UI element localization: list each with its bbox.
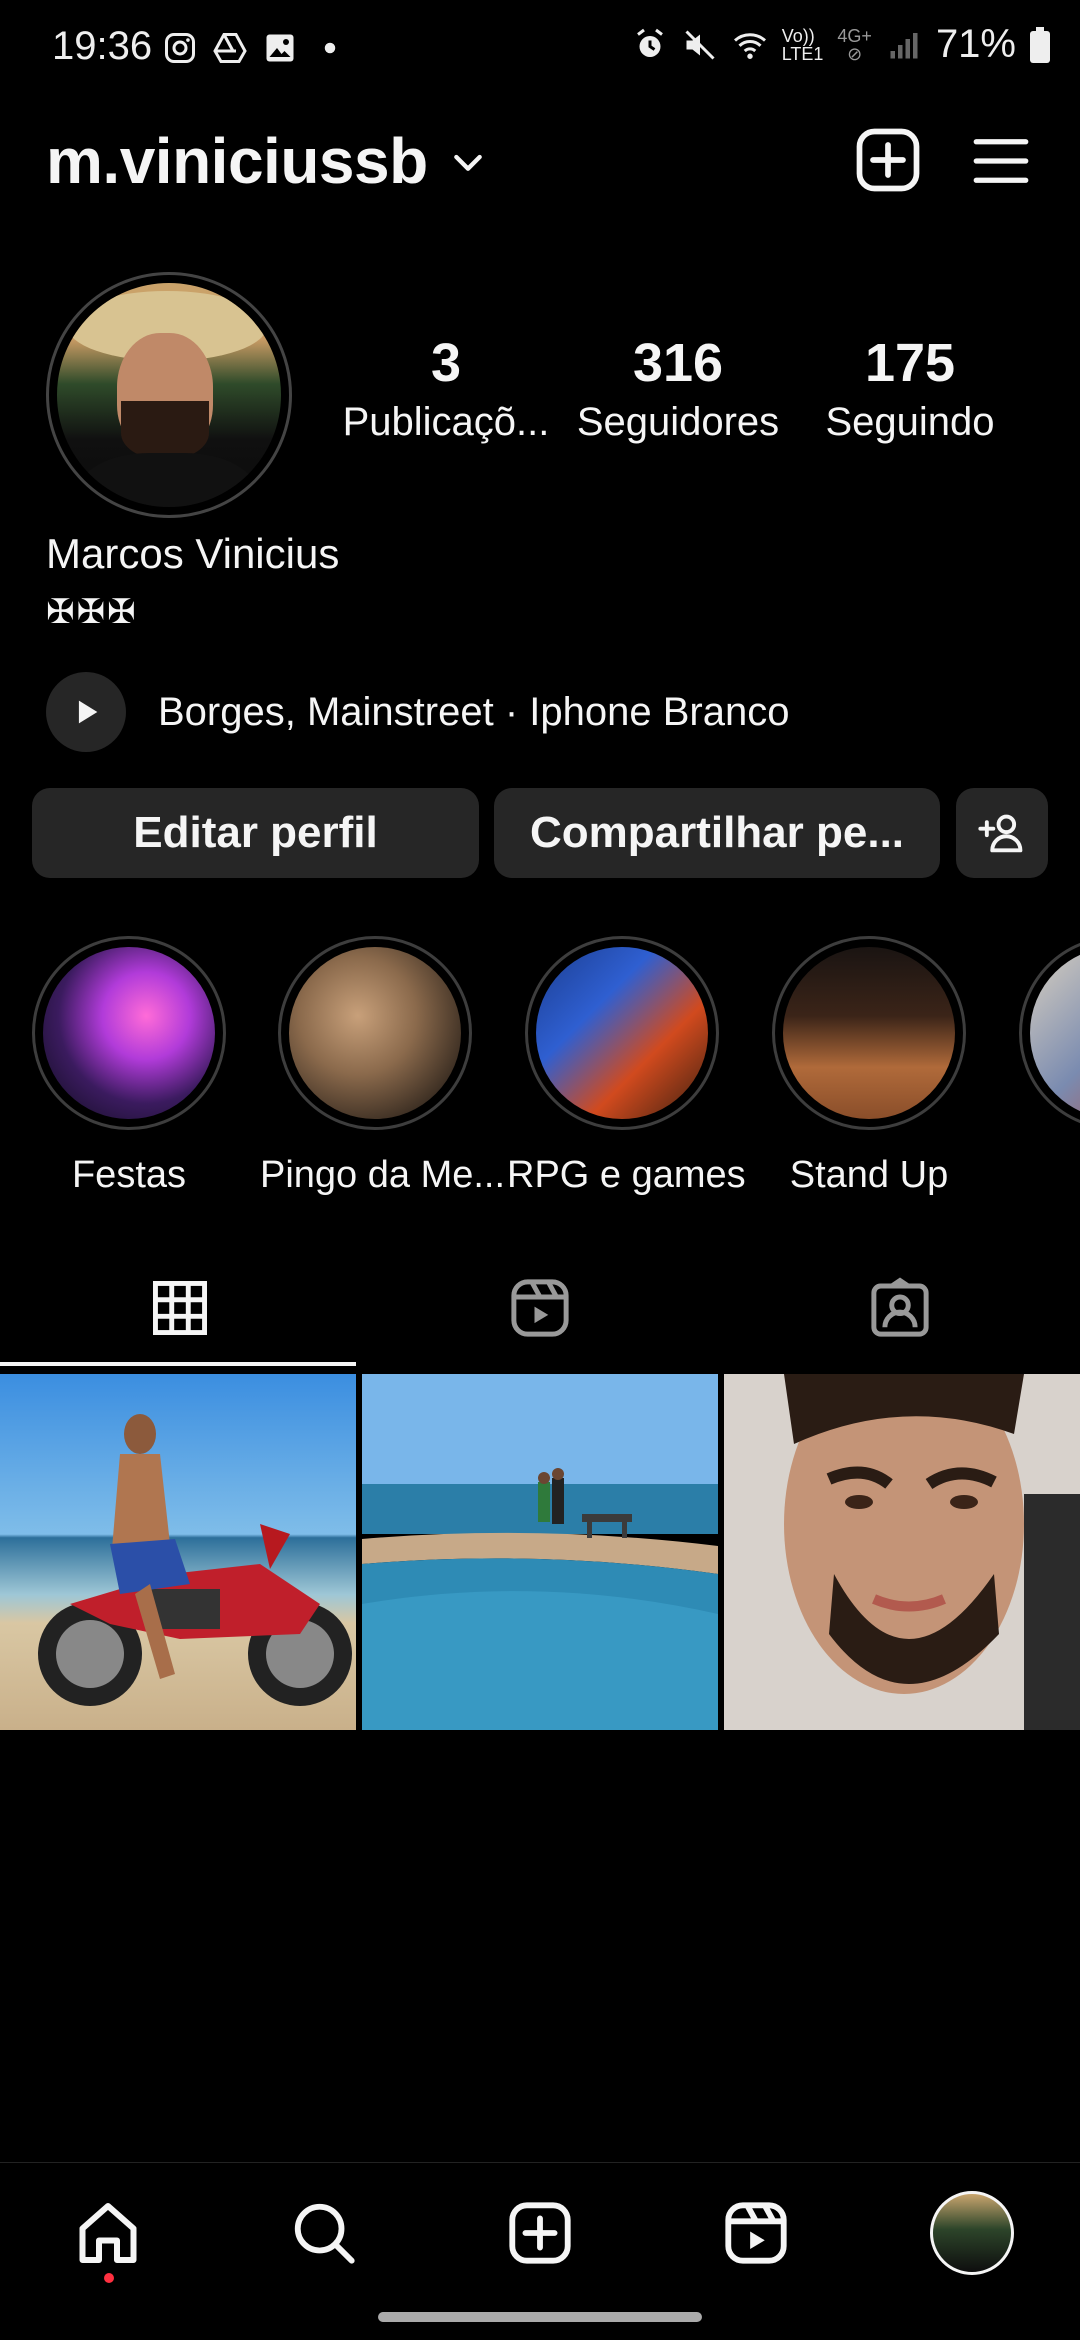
nav-profile-avatar[interactable] [930,2191,1014,2275]
network-type-indicator: 4G+ ⊘ [837,27,872,63]
highlight-partial[interactable]: S [1001,936,1080,1196]
highlight-cover [1030,947,1080,1119]
highlight-label: Pingo da Me... [260,1154,506,1196]
grid-icon [153,1281,207,1335]
post-thumbnail[interactable] [362,1374,718,1730]
drive-notification-icon [213,33,247,63]
tagged-icon [871,1277,929,1337]
posts-grid [0,1374,1080,1730]
instagram-notification-icon [165,33,195,63]
highlight-label: RPG e games [507,1154,746,1196]
share-profile-button[interactable]: Compartilhar pe... [494,788,940,878]
edit-profile-button[interactable]: Editar perfil [32,788,479,878]
network-type-label: 4G+ [837,25,872,46]
lte-label: LTE1 [781,43,824,64]
following-label: Seguindo [825,400,995,444]
highlight-rpg-games[interactable]: RPG e games [507,936,746,1196]
highlight-label: S [1001,1154,1080,1196]
discover-people-button[interactable] [956,788,1048,878]
posts-count: 3 [430,333,462,393]
profile-music[interactable]: Borges, Mainstreet · Iphone Branco [46,672,789,752]
search-icon [294,2203,355,2264]
post-image [362,1374,718,1730]
battery-percent: 71% [935,22,1016,66]
more-notifications-dot-icon [324,42,336,54]
highlight-cover [289,947,461,1119]
status-system-icons: Vo)) LTE1 4G+ ⊘ 71% [632,22,1050,67]
no-data-icon: ⊘ [847,43,863,64]
reels-icon [725,2202,787,2264]
username-switcher[interactable]: m.viniciussb [46,124,428,198]
profile-content-tabs [0,1250,1080,1370]
profile-header: m.viniciussb [46,120,1034,200]
post-thumbnail[interactable] [724,1374,1080,1730]
post-thumbnail[interactable] [0,1374,356,1730]
nav-reels[interactable] [716,2193,796,2273]
music-title: Borges, Mainstreet · Iphone Branco [158,689,790,734]
nav-home[interactable] [68,2193,148,2273]
post-image [724,1374,1080,1730]
highlight-label: Festas [71,1154,187,1196]
add-person-icon [978,814,1023,853]
gesture-home-indicator[interactable] [378,2312,702,2322]
battery-icon [1030,26,1050,63]
highlight-cover [43,947,215,1119]
followers-label: Seguidores [576,400,780,444]
nav-create[interactable] [500,2193,580,2273]
volte-indicator: Vo)) LTE1 [782,27,824,63]
profile-bio: ✠✠✠ [46,593,138,631]
home-notification-dot [104,2273,114,2283]
mute-icon [685,29,715,60]
tab-tagged[interactable] [720,1250,1080,1366]
highlight-festas[interactable]: Festas [14,936,244,1196]
play-icon [78,700,98,724]
stat-following[interactable]: 175 Seguindo [794,332,1026,445]
tab-posts-grid[interactable] [0,1250,360,1366]
tab-reels[interactable] [360,1250,720,1366]
highlight-cover [783,947,955,1119]
highlight-stand-up[interactable]: Stand Up [754,936,984,1196]
alarm-icon [636,28,663,57]
highlight-cover [536,947,708,1119]
post-image [0,1374,356,1730]
home-icon [79,2203,137,2263]
active-tab-indicator [0,1362,356,1366]
profile-stats: 3 Publicaçõ... 316 Seguidores 175 Seguin… [330,332,1030,445]
create-post-button[interactable] [852,124,924,196]
status-bar: 19:36 Vo)) LTE1 4G+ ⊘ 71% [0,0,1080,100]
profile-avatar[interactable] [46,272,292,518]
followers-count: 316 [632,333,724,393]
status-notification-icons [162,30,348,66]
chevron-down-icon[interactable] [448,142,488,182]
create-icon [509,2202,571,2264]
posts-label: Publicaçõ... [342,400,550,444]
reels-icon [511,1279,569,1337]
highlight-pingo[interactable]: Pingo da Me... [260,936,506,1196]
gallery-notification-icon [266,34,294,62]
status-time: 19:36 [52,24,153,68]
stat-followers[interactable]: 316 Seguidores [562,332,794,445]
menu-icon[interactable] [968,128,1034,194]
nav-search[interactable] [284,2193,364,2273]
following-count: 175 [864,333,956,393]
signal-icon [890,32,918,58]
volte-label: Vo)) [781,25,815,46]
story-highlights: Festas Pingo da Me... RPG e games Stand … [0,936,1080,1196]
avatar-photo [57,283,281,507]
wifi-icon [733,32,766,59]
stat-posts[interactable]: 3 Publicaçõ... [330,332,562,445]
highlight-label: Stand Up [789,1154,949,1196]
profile-full-name: Marcos Vinicius [46,530,340,577]
music-play-button[interactable] [46,672,126,752]
